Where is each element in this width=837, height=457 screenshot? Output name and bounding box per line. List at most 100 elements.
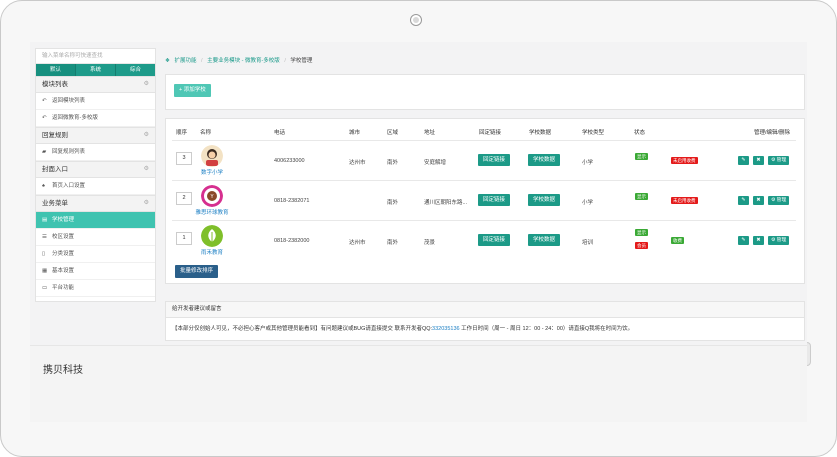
column-header: 名称 bbox=[200, 130, 212, 136]
sidebar-item-school-manage[interactable]: ▤ 学校管理 bbox=[36, 212, 155, 229]
order-input[interactable]: 3 bbox=[176, 152, 192, 165]
column-header: 地址 bbox=[424, 130, 436, 136]
list-icon: ☰ bbox=[42, 234, 47, 240]
breadcrumb-link[interactable]: 扩展功能 bbox=[174, 58, 196, 64]
delete-icon[interactable]: ✖ bbox=[753, 236, 764, 245]
school-address: 茂景 bbox=[424, 240, 436, 246]
sidebar-item-category[interactable]: ▯ 分类设置 bbox=[36, 246, 155, 263]
bank-icon: ▤ bbox=[42, 217, 48, 223]
delete-icon[interactable]: ✖ bbox=[753, 156, 764, 165]
status-badge: 显示 bbox=[635, 229, 648, 236]
school-phone: 0818-2382000 bbox=[274, 238, 310, 244]
qq-link[interactable]: 332035136 bbox=[432, 326, 460, 332]
notice-title: 给开发者建议或留言 bbox=[166, 302, 804, 318]
camera-icon bbox=[410, 14, 422, 26]
sidebar-item-label: 分类设置 bbox=[52, 251, 75, 257]
fixed-link-button[interactable]: 回定链接 bbox=[478, 234, 511, 246]
sidebar-item-label: 返回微教育-多校版 bbox=[52, 115, 98, 121]
school-data-button[interactable]: 学校数据 bbox=[528, 194, 561, 206]
section-title: 业务菜单 bbox=[42, 200, 68, 207]
menu-search-input[interactable]: 输入菜单名称可快速查找 bbox=[36, 49, 155, 64]
sidebar-item-label: 平台功能 bbox=[52, 285, 75, 291]
mode-tab-default[interactable]: 默认 bbox=[36, 64, 76, 76]
school-name-link[interactable]: 数字小学 bbox=[194, 168, 230, 176]
school-logo bbox=[201, 145, 223, 167]
gear-icon[interactable]: ⚙ bbox=[144, 196, 149, 211]
manage-button[interactable]: ⚙ 管理 bbox=[768, 196, 790, 205]
manage-label: 管理 bbox=[776, 158, 787, 163]
school-logo: Y bbox=[201, 185, 223, 207]
manage-button[interactable]: ⚙ 管理 bbox=[768, 156, 790, 165]
manage-label: 管理 bbox=[776, 198, 787, 203]
breadcrumb-separator: / bbox=[201, 58, 203, 64]
breadcrumb-separator: / bbox=[284, 58, 286, 64]
order-input[interactable]: 2 bbox=[176, 192, 192, 205]
sidebar: 输入菜单名称可快速查找 默认 系统 综合 模块列表 ⚙ ↶ 返回模块列表 ↶ 返回微教… bbox=[35, 48, 156, 302]
order-input[interactable]: 1 bbox=[176, 232, 192, 245]
section-header-modules[interactable]: 模块列表 ⚙ bbox=[36, 76, 155, 93]
screen: 输入菜单名称可快速查找 默认 系统 综合 模块列表 ⚙ ↶ 返回模块列表 ↶ 返回微教… bbox=[30, 42, 807, 422]
sidebar-item-platform[interactable]: ▭ 平台功能 bbox=[36, 280, 155, 297]
column-header: 回定链接 bbox=[479, 130, 502, 136]
gear-icon[interactable]: ⚙ bbox=[144, 128, 149, 143]
column-header: 区域 bbox=[387, 130, 399, 136]
school-data-button[interactable]: 学校数据 bbox=[528, 234, 561, 246]
manage-button[interactable]: ⚙ 管理 bbox=[768, 236, 790, 245]
mode-tabs: 默认 系统 综合 bbox=[36, 64, 155, 76]
sidebar-item-campus[interactable]: ☰ 校区设置 bbox=[36, 229, 155, 246]
fixed-link-button[interactable]: 回定链接 bbox=[478, 154, 511, 166]
edit-icon[interactable]: ✎ bbox=[738, 156, 749, 165]
database-icon: ▦ bbox=[42, 268, 48, 274]
reply-icon: ↶ bbox=[42, 115, 47, 121]
edit-icon[interactable]: ✎ bbox=[738, 196, 749, 205]
footer: 携贝科技 bbox=[30, 345, 807, 422]
developer-notice-panel: 给开发者建议或留言 【本部分仅创始人可见，不必担心客户或其他管理员能看到】有问题… bbox=[165, 301, 805, 341]
gear-icon[interactable]: ⚙ bbox=[144, 77, 149, 92]
fee-badge: 未启用收费 bbox=[671, 197, 698, 204]
school-city: 达州市 bbox=[349, 240, 366, 246]
notice-text-after: 工作日时间（周一 - 周日 12：00 - 24：00）请直接Q我将在时间为饮。 bbox=[459, 326, 634, 332]
sidebar-item-home-entry[interactable]: ♠ 首页入口设置 bbox=[36, 178, 155, 195]
section-title: 模块列表 bbox=[42, 81, 68, 88]
school-address: 安庭解增 bbox=[424, 160, 447, 166]
sidebar-item-back-edu[interactable]: ↶ 返回微教育-多校版 bbox=[36, 110, 155, 127]
notice-text-before: 【本部分仅创始人可见，不必担心客户或其他管理员能看到】有问题建议或BUG请直接提… bbox=[172, 326, 433, 332]
section-title: 回复规则 bbox=[42, 132, 68, 139]
edit-icon[interactable]: ✎ bbox=[738, 236, 749, 245]
school-name-link[interactable]: 雅思环球教育 bbox=[194, 208, 230, 216]
school-address: 通川区朝阳东路... bbox=[424, 200, 468, 206]
cubes-icon: ❖ bbox=[165, 58, 170, 64]
delete-icon[interactable]: ✖ bbox=[753, 196, 764, 205]
sidebar-item-label: 返回模块列表 bbox=[52, 98, 86, 104]
section-header-business[interactable]: 业务菜单 ⚙ bbox=[36, 195, 155, 212]
batch-sort-button[interactable]: 批量修改排序 bbox=[175, 265, 219, 278]
school-phone: 4006233000 bbox=[274, 158, 305, 164]
breadcrumb-link[interactable]: 主要业务模块 - 微教育-多校版 bbox=[207, 58, 280, 64]
fixed-link-button[interactable]: 回定链接 bbox=[478, 194, 511, 206]
column-header: 学校类型 bbox=[582, 130, 605, 136]
column-header: 学校数据 bbox=[529, 130, 552, 136]
school-area: 南外 bbox=[387, 240, 399, 246]
sidebar-item-label: 校区设置 bbox=[52, 234, 75, 240]
sidebar-item-basic[interactable]: ▦ 基本设置 bbox=[36, 263, 155, 280]
column-header: 电话 bbox=[274, 130, 286, 136]
file-icon: ▯ bbox=[42, 251, 46, 257]
breadcrumb-current: 学校管理 bbox=[290, 58, 313, 64]
mode-tab-system[interactable]: 系统 bbox=[76, 64, 116, 76]
school-data-button[interactable]: 学校数据 bbox=[528, 154, 561, 166]
school-name-link[interactable]: 雨禾教育 bbox=[194, 248, 230, 256]
section-header-reply-rules[interactable]: 回复规则 ⚙ bbox=[36, 127, 155, 144]
column-header: 状态 bbox=[634, 130, 646, 136]
section-header-cover[interactable]: 封面入口 ⚙ bbox=[36, 161, 155, 178]
sidebar-item-reply-rules[interactable]: ▰ 回复规则列表 bbox=[36, 144, 155, 161]
sidebar-item-back-modules[interactable]: ↶ 返回模块列表 bbox=[36, 93, 155, 110]
gear-icon[interactable]: ⚙ bbox=[144, 162, 149, 177]
mode-tab-combined[interactable]: 综合 bbox=[116, 64, 155, 76]
fee-badge: 未启用收费 bbox=[671, 157, 698, 164]
desktop-icon: ▭ bbox=[42, 285, 48, 291]
add-school-button[interactable]: + 添加学校 bbox=[174, 84, 211, 97]
section-title: 封面入口 bbox=[42, 166, 68, 173]
school-type: 小学 bbox=[582, 160, 594, 166]
status-badge: 显示 bbox=[635, 193, 648, 200]
table-row: 3 数字小学 4006233000 达州市 南外 安庭解增 回定链接 学校数据 … bbox=[172, 140, 796, 181]
